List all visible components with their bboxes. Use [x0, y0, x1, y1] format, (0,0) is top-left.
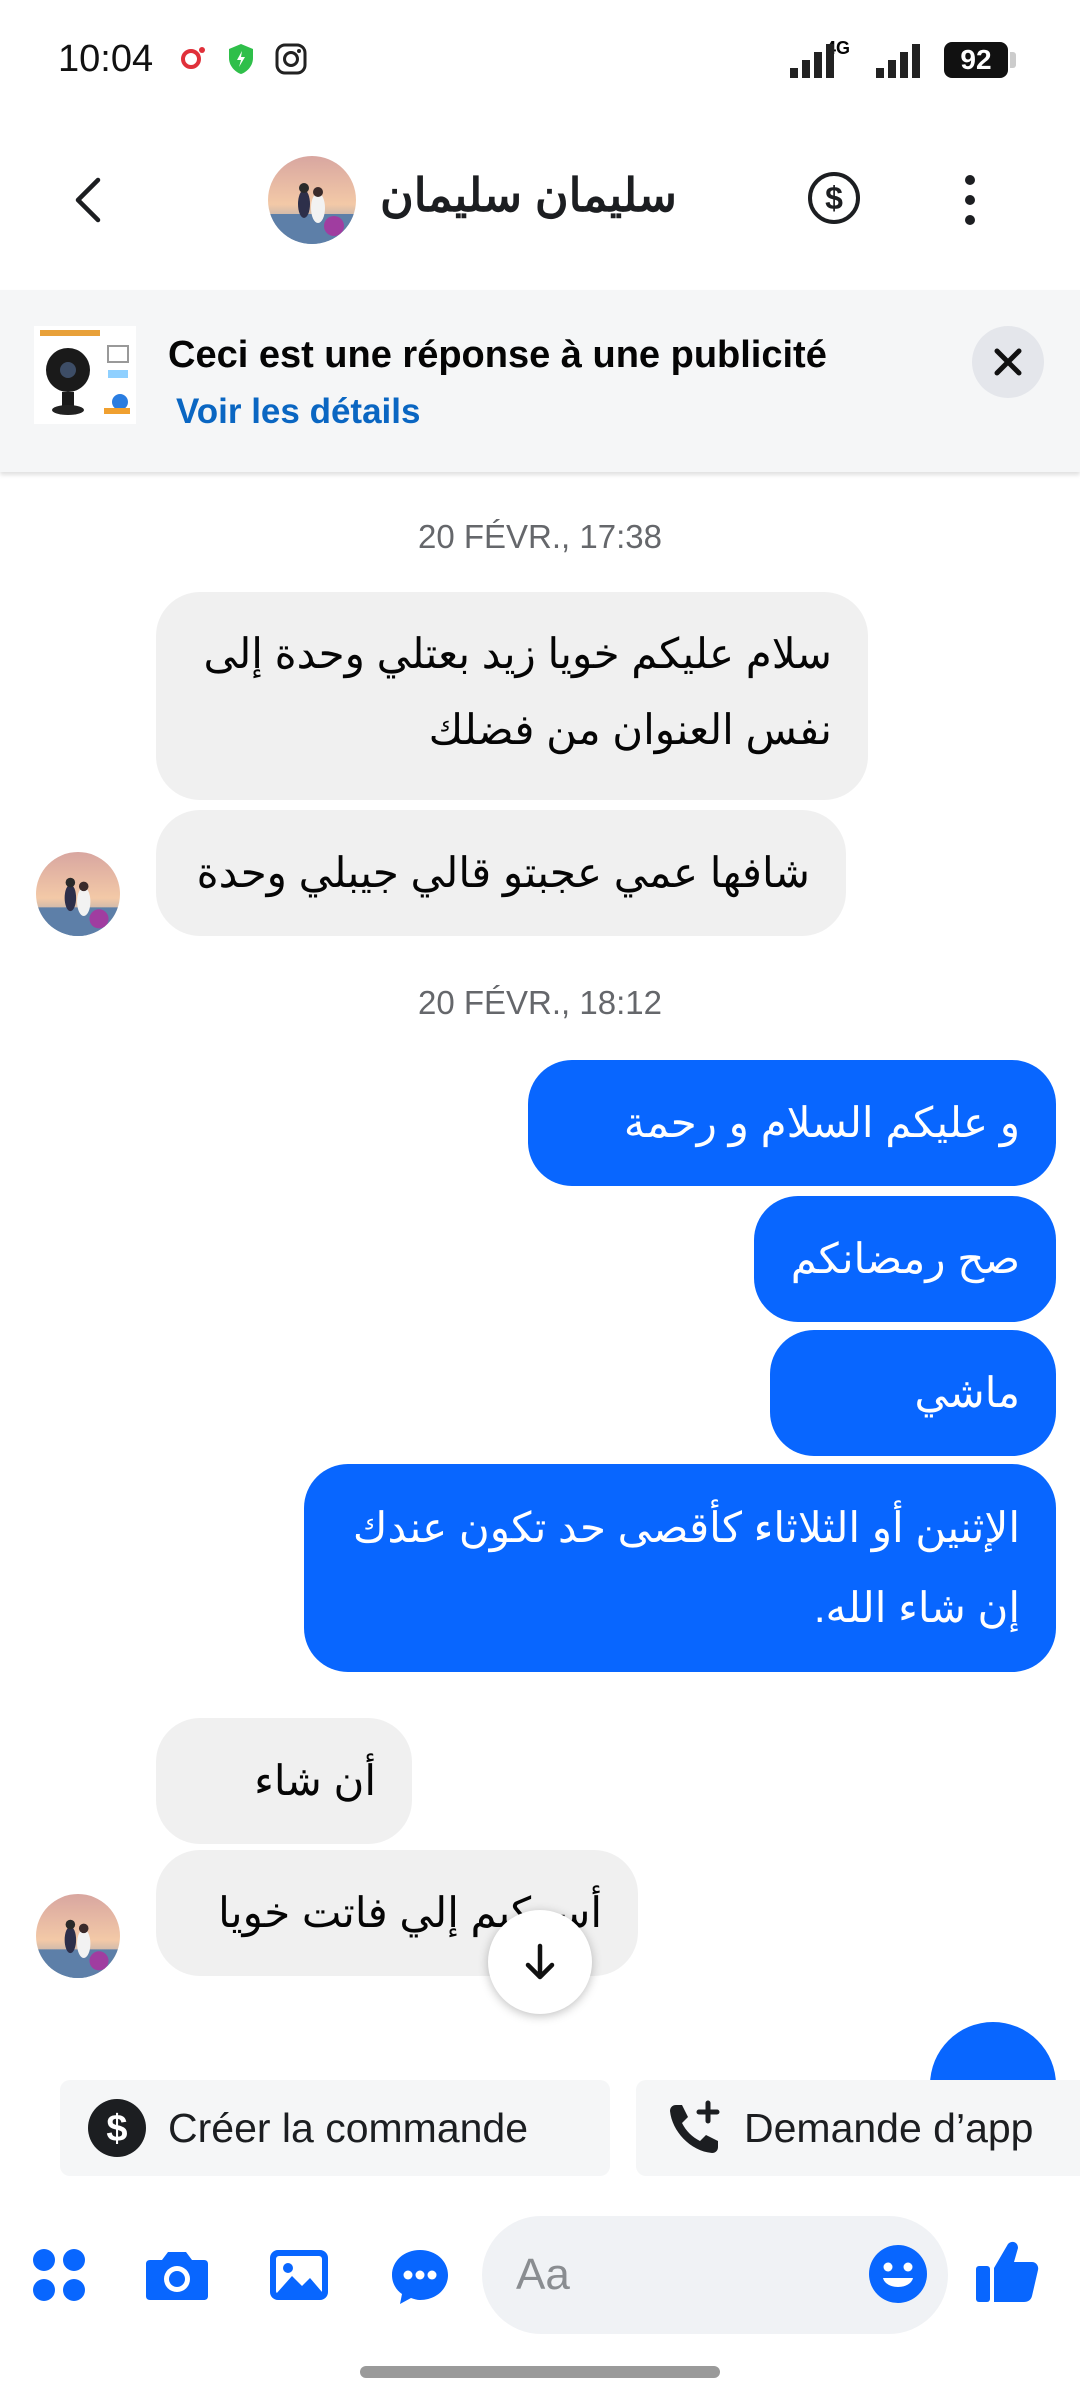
battery-indicator: 92: [944, 42, 1008, 78]
status-bar: 10:04 4G 92: [0, 0, 1080, 120]
ad-details-link[interactable]: Voir les détails: [176, 392, 420, 432]
message-input[interactable]: Aa: [482, 2216, 948, 2334]
ad-reply-banner: Ceci est une réponse à une publicité Voi…: [0, 290, 1080, 472]
battery-tip: [1010, 52, 1016, 68]
signal-icon: [786, 42, 842, 83]
outgoing-message[interactable]: و عليكم السلام و رحمة الله: [528, 1060, 1056, 1272]
close-icon: [994, 348, 1022, 376]
record-icon: [178, 42, 208, 77]
outgoing-message[interactable]: صح رمضانكم: [754, 1196, 1056, 1322]
create-order-chip[interactable]: $ Créer la commande: [60, 2080, 610, 2176]
message-input-placeholder: Aa: [516, 2250, 570, 2299]
home-indicator: [360, 2366, 720, 2378]
emoji-icon[interactable]: [866, 2242, 930, 2311]
more-options-button[interactable]: [960, 172, 980, 233]
camera-icon[interactable]: [144, 2246, 210, 2309]
chevron-left-icon: [75, 177, 101, 223]
avatar[interactable]: [36, 852, 120, 936]
call-request-chip[interactable]: Demande d’app: [636, 2080, 1080, 2176]
create-order-label: Créer la commande: [168, 2104, 529, 2151]
outgoing-message[interactable]: الإثنين أو الثلاثاء كأقصى حد تكون عندك إ…: [304, 1464, 1056, 1672]
avatar[interactable]: [36, 1894, 120, 1978]
call-request-label: Demande d’app: [744, 2104, 1034, 2151]
back-button[interactable]: [60, 170, 120, 230]
more-vertical-icon: [965, 175, 975, 225]
phone-plus-icon: [670, 2100, 720, 2153]
contact-name[interactable]: سليمان سليمان: [380, 168, 677, 222]
conversation-header: سليمان سليمان $: [0, 120, 1080, 290]
svg-text:$: $: [825, 180, 843, 216]
incoming-message[interactable]: أن شاء الله: [156, 1718, 412, 1930]
arrow-down-icon: [525, 1943, 555, 1980]
gallery-icon[interactable]: [268, 2246, 330, 2309]
incoming-message[interactable]: شافها عمي عجبتو قالي جيبلي وحدة: [156, 810, 846, 936]
timestamp: 20 FÉVR., 18:12: [418, 984, 662, 1021]
incoming-message[interactable]: سلام عليكم خويا زيد بعتلي وحدة إلى نفس ا…: [156, 592, 868, 800]
dollar-circle-icon: $: [88, 2099, 146, 2157]
like-icon[interactable]: [972, 2236, 1042, 2311]
ad-banner-title: Ceci est une réponse à une publicité: [168, 334, 827, 376]
close-banner-button[interactable]: [972, 326, 1044, 398]
signal-icon-2: [872, 42, 928, 83]
avatar[interactable]: [268, 156, 356, 244]
scroll-to-bottom-button[interactable]: [488, 1910, 592, 2014]
ad-thumbnail[interactable]: [34, 326, 136, 424]
instagram-icon: [274, 42, 308, 81]
status-time: 10:04: [58, 38, 154, 80]
apps-icon[interactable]: [30, 2246, 88, 2309]
message-composer: Aa: [0, 2200, 1080, 2350]
timestamp: 20 FÉVR., 17:38: [418, 518, 662, 555]
payment-button[interactable]: $: [806, 170, 862, 231]
dollar-circle-icon: $: [808, 172, 860, 224]
outgoing-message[interactable]: ماشي مشكل: [770, 1330, 1056, 1542]
shield-icon: [226, 42, 256, 81]
chat-bubble-icon[interactable]: [388, 2246, 452, 2313]
svg-text:$: $: [106, 2108, 127, 2150]
